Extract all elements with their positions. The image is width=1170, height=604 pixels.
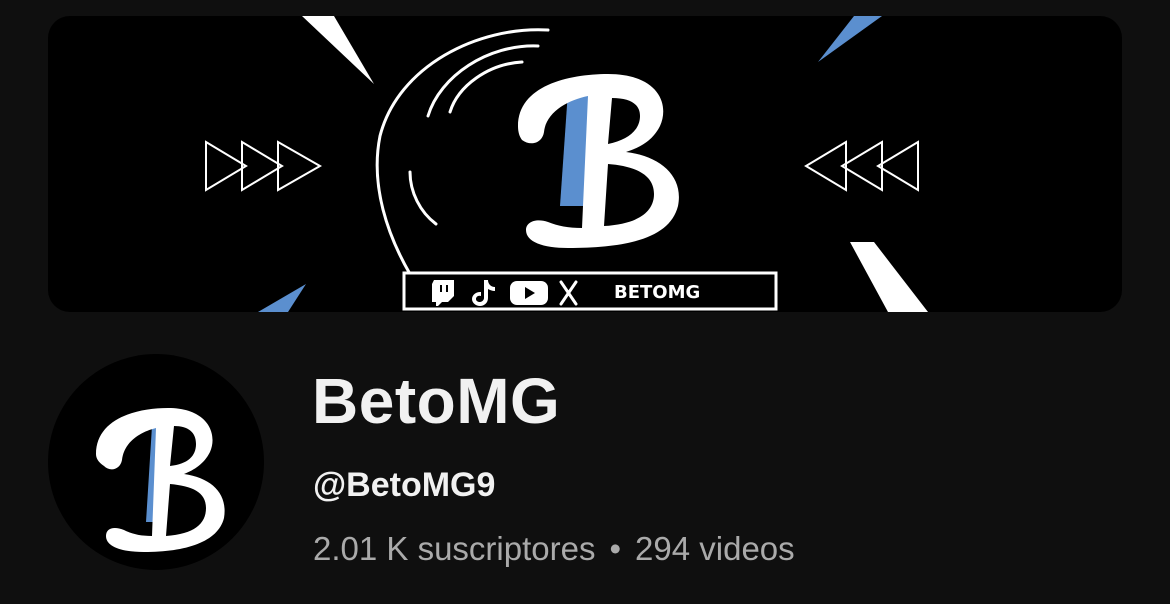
speed-lines-decoration bbox=[375, 28, 550, 276]
channel-banner[interactable]: BETOMG bbox=[48, 16, 1122, 312]
fast-forward-arrows-icon bbox=[205, 140, 323, 192]
banner-artwork: BETOMG bbox=[205, 16, 928, 312]
social-label: BETOMG bbox=[614, 282, 700, 303]
banner-triangle-white-bottom bbox=[850, 242, 928, 312]
banner-triangle-blue-top bbox=[818, 16, 882, 62]
channel-avatar[interactable] bbox=[48, 354, 264, 570]
video-count: 294 videos bbox=[635, 530, 795, 567]
youtube-icon bbox=[510, 281, 548, 305]
stats-separator: • bbox=[609, 530, 622, 567]
banner-logo-b bbox=[518, 74, 679, 248]
banner-triangle-blue-bottom bbox=[258, 284, 306, 312]
channel-stats: 2.01 K suscriptores • 294 videos bbox=[313, 530, 795, 568]
channel-handle: @BetoMG9 bbox=[313, 466, 496, 504]
rewind-arrows-icon bbox=[804, 140, 919, 192]
channel-header: BETOMG BetoMG @BetoMG9 2.01 K suscriptor… bbox=[0, 0, 1170, 604]
channel-name: BetoMG bbox=[312, 365, 561, 437]
banner-triangle-white-top bbox=[302, 16, 374, 84]
social-bar: BETOMG bbox=[402, 271, 778, 311]
avatar-logo-b bbox=[96, 408, 225, 552]
subscriber-count: 2.01 K suscriptores bbox=[313, 530, 596, 567]
